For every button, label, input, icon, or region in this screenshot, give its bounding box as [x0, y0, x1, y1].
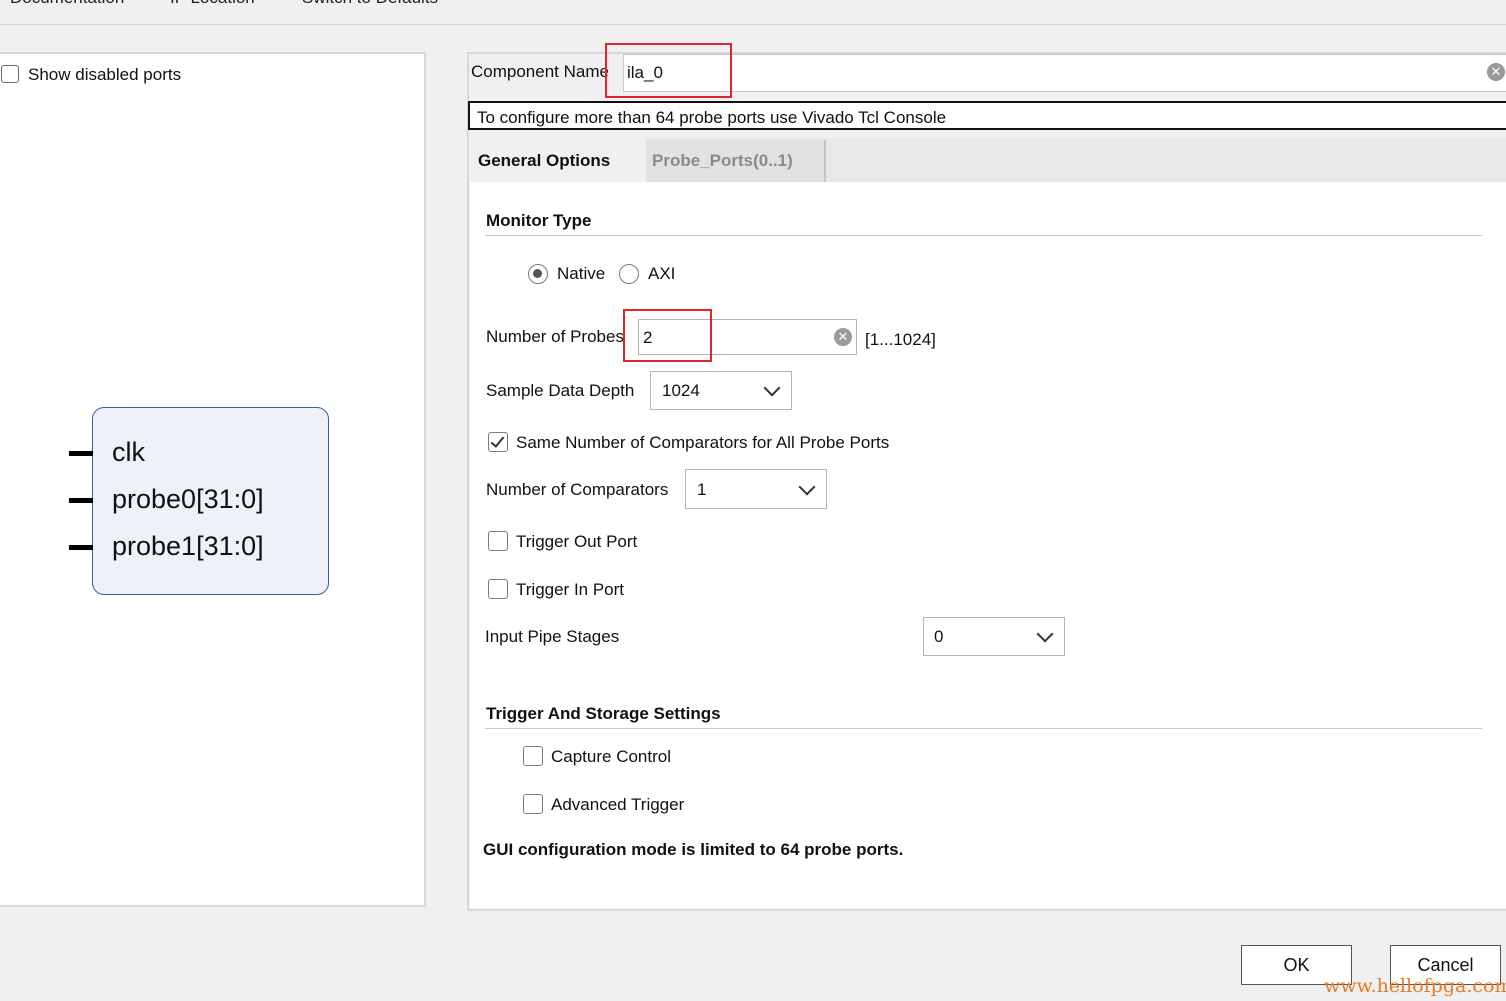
switch-defaults-link[interactable]: Switch to Defaults — [302, 0, 438, 8]
divider — [485, 728, 1482, 729]
sample-depth-label: Sample Data Depth — [486, 381, 635, 400]
trigger-in-checkbox[interactable] — [488, 579, 508, 599]
trigger-storage-title: Trigger And Storage Settings — [486, 704, 721, 723]
trigger-out-checkbox[interactable] — [488, 531, 508, 551]
tab-general-options-label: General Options — [478, 151, 611, 170]
same-comparators-checkbox[interactable] — [488, 432, 508, 452]
num-probes-range: [1...1024] — [865, 330, 936, 349]
chevron-down-icon — [798, 478, 816, 496]
same-comparators-label: Same Number of Comparators for All Probe… — [516, 433, 890, 452]
component-name-input[interactable]: ila_0 — [623, 54, 1506, 92]
chevron-down-icon — [1036, 625, 1054, 643]
tab-general-options[interactable]: General Options — [470, 138, 647, 182]
chevron-down-icon — [763, 379, 781, 397]
trigger-in-label: Trigger In Port — [516, 580, 625, 599]
tab-probe-ports[interactable]: Probe_Ports(0..1) — [646, 140, 826, 182]
input-pipe-label: Input Pipe Stages — [485, 627, 620, 646]
highlight-box-component-name — [605, 43, 732, 98]
watermark: www.hellofpga.com — [1324, 975, 1506, 997]
sample-depth-value: 1024 — [662, 381, 700, 400]
radio-native[interactable] — [528, 264, 548, 284]
ip-location-link[interactable]: IP Location — [170, 0, 255, 8]
component-name-label: Component Name — [471, 62, 609, 81]
input-pipe-select[interactable]: 0 — [923, 617, 1065, 656]
input-pipe-value: 0 — [934, 627, 944, 646]
monitor-type-title: Monitor Type — [486, 211, 592, 230]
capture-control-label: Capture Control — [551, 747, 672, 766]
info-bar: To configure more than 64 probe ports us… — [468, 101, 1506, 130]
radio-native-label: Native — [557, 264, 606, 283]
top-toolbar: Documentation IP Location Switch to Defa… — [0, 0, 1506, 25]
port-label-probe0: probe0[31:0] — [112, 484, 264, 514]
capture-control-checkbox[interactable] — [523, 746, 543, 766]
tab-probe-ports-label: Probe_Ports(0..1) — [652, 151, 793, 170]
highlight-box-num-probes — [623, 309, 712, 362]
show-disabled-ports-checkbox[interactable] — [1, 65, 19, 83]
advanced-trigger-checkbox[interactable] — [523, 794, 543, 814]
num-probes-label: Number of Probes — [486, 327, 624, 346]
trigger-out-label: Trigger Out Port — [516, 532, 638, 551]
port-label-clk: clk — [112, 437, 145, 467]
gui-note: GUI configuration mode is limited to 64 … — [483, 840, 904, 859]
advanced-trigger-label: Advanced Trigger — [551, 795, 685, 814]
info-text: To configure more than 64 probe ports us… — [477, 108, 947, 127]
pin-probe0 — [69, 498, 93, 503]
radio-axi-label: AXI — [648, 264, 676, 283]
port-label-probe1: probe1[31:0] — [112, 531, 264, 561]
divider — [485, 235, 1482, 236]
num-comparators-value: 1 — [697, 480, 707, 499]
num-comparators-label: Number of Comparators — [486, 480, 669, 499]
pin-clk — [69, 451, 93, 456]
clear-icon[interactable]: ✕ — [1487, 63, 1505, 81]
sample-depth-select[interactable]: 1024 — [650, 371, 792, 410]
pin-probe1 — [69, 545, 93, 550]
show-disabled-ports-label: Show disabled ports — [28, 65, 182, 84]
documentation-link[interactable]: Documentation — [10, 0, 124, 8]
clear-icon[interactable]: ✕ — [834, 328, 852, 346]
radio-axi[interactable] — [619, 264, 639, 284]
num-comparators-select[interactable]: 1 — [685, 469, 827, 509]
